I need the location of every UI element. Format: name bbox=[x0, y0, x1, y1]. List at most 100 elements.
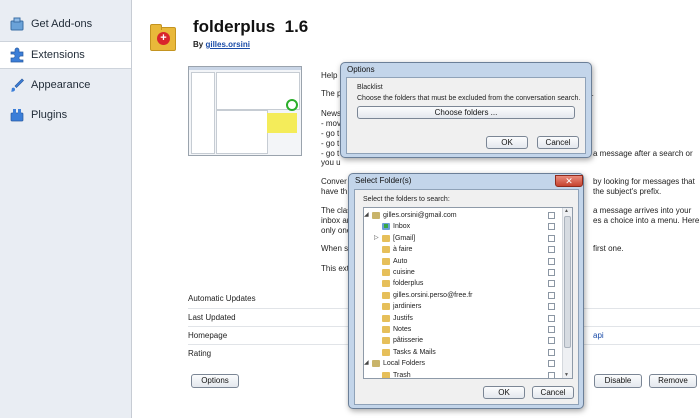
folder-icon bbox=[382, 303, 390, 311]
options-cancel-button[interactable]: Cancel bbox=[537, 136, 579, 149]
folder-name: pâtisserie bbox=[393, 337, 423, 345]
category-sidebar: Get Add-ons Extensions Appearance Plugin… bbox=[0, 0, 132, 418]
sidebar-item-plugins[interactable]: Plugins bbox=[0, 101, 131, 129]
description-line: Conver bbox=[321, 177, 347, 186]
folder-icon bbox=[382, 314, 390, 322]
scroll-up-arrow-icon[interactable]: ▲ bbox=[564, 208, 569, 214]
folder-tree-row[interactable]: à faire bbox=[364, 244, 562, 255]
folder-checkbox[interactable] bbox=[548, 337, 555, 345]
folder-checkbox[interactable] bbox=[548, 371, 555, 378]
folder-tree-row[interactable]: Tasks & Mails bbox=[364, 347, 562, 358]
folder-tree-row[interactable]: Trash bbox=[364, 370, 562, 378]
folder-icon bbox=[382, 291, 390, 299]
author-link[interactable]: gilles.orsini bbox=[205, 40, 249, 49]
sidebar-item-appearance[interactable]: Appearance bbox=[0, 71, 131, 99]
description-line: Help bbox=[321, 71, 338, 80]
description-line: a message arrives into your bbox=[593, 206, 692, 215]
folder-name: Notes bbox=[393, 326, 412, 333]
description-line: - go t bbox=[321, 139, 340, 148]
folder-checkbox[interactable] bbox=[548, 291, 555, 299]
sidebar-item-get-addons[interactable]: Get Add-ons bbox=[0, 10, 131, 38]
sidebar-item-extensions[interactable]: Extensions bbox=[0, 41, 131, 69]
folder-checkbox[interactable] bbox=[548, 348, 555, 356]
folder-checkbox[interactable] bbox=[548, 223, 555, 231]
options-ok-button[interactable]: OK bbox=[486, 136, 528, 149]
scroll-thumb[interactable] bbox=[564, 216, 571, 348]
get-addons-icon bbox=[9, 16, 25, 32]
folder-name: Auto bbox=[393, 257, 408, 265]
sidebar-item-label: Plugins bbox=[31, 109, 68, 121]
description-line: a message after a search or bbox=[593, 149, 693, 158]
description-line: - mov bbox=[321, 119, 341, 128]
folder-tree-row[interactable]: jardiniers bbox=[364, 301, 562, 312]
folder-name: Inbox bbox=[393, 223, 411, 231]
dialog-title: Options bbox=[347, 65, 375, 74]
screenshot-folder-pane bbox=[191, 72, 215, 154]
plus-icon: + bbox=[157, 32, 170, 45]
puzzle-piece-icon bbox=[9, 47, 25, 63]
options-dialog: Options Blacklist Choose the folders tha… bbox=[340, 62, 592, 158]
select-folders-ok-button[interactable]: OK bbox=[483, 386, 525, 399]
screenshot-message-pane bbox=[216, 110, 268, 154]
folder-checkbox[interactable] bbox=[548, 212, 555, 219]
folder-tree-row[interactable]: ◢ gilles.orsini@gmail.com bbox=[364, 210, 562, 221]
folder-name: cuisine bbox=[393, 269, 415, 276]
expander-icon[interactable]: ▷ bbox=[374, 233, 379, 244]
description-line: The p bbox=[321, 89, 342, 98]
folder-name: jardiniers bbox=[393, 303, 422, 311]
folder-checkbox[interactable] bbox=[548, 314, 555, 322]
sidebar-item-label: Get Add-ons bbox=[31, 18, 93, 30]
disable-button[interactable]: Disable bbox=[594, 374, 642, 388]
folder-name: gilles.orsini@gmail.com bbox=[383, 212, 457, 219]
select-folders-instruction: Select the folders to search: bbox=[363, 196, 450, 203]
options-button[interactable]: Options bbox=[191, 374, 239, 388]
folder-tree-row[interactable]: Inbox bbox=[364, 221, 562, 232]
folder-tree-row[interactable]: cuisine bbox=[364, 267, 562, 278]
choose-folders-button[interactable]: Choose folders ... bbox=[357, 106, 575, 119]
folder-tree-row[interactable]: folderplus bbox=[364, 278, 562, 289]
folder-tree-row[interactable]: ◢ Local Folders bbox=[364, 358, 562, 369]
scroll-down-arrow-icon[interactable]: ▼ bbox=[564, 372, 569, 378]
remove-button[interactable]: Remove bbox=[649, 374, 697, 388]
folder-tree-row[interactable]: Notes bbox=[364, 324, 562, 335]
account-icon bbox=[372, 360, 380, 368]
detail-label: Rating bbox=[188, 349, 212, 358]
extension-name: folderplus bbox=[193, 17, 276, 36]
folder-tree[interactable]: ◢ gilles.orsini@gmail.com Inbox ▷ [Gmail] à f… bbox=[363, 207, 573, 379]
description-line: - go t bbox=[321, 149, 340, 158]
folder-tree-row[interactable]: pâtisserie bbox=[364, 335, 562, 346]
detail-label: Automatic Updates bbox=[188, 294, 256, 303]
folder-checkbox[interactable] bbox=[548, 269, 555, 276]
folder-icon bbox=[382, 246, 390, 254]
expander-icon[interactable]: ◢ bbox=[364, 210, 369, 221]
blacklist-label: Blacklist bbox=[357, 84, 383, 91]
sidebar-item-label: Extensions bbox=[31, 49, 85, 61]
folder-checkbox[interactable] bbox=[548, 326, 555, 333]
folder-name: [Gmail] bbox=[393, 234, 416, 242]
folder-checkbox[interactable] bbox=[548, 280, 555, 288]
folder-tree-row[interactable]: gilles.orsini.perso@free.fr bbox=[364, 290, 562, 301]
description-line: first one. bbox=[593, 244, 624, 253]
folder-checkbox[interactable] bbox=[548, 303, 555, 311]
folder-checkbox[interactable] bbox=[548, 360, 555, 368]
close-icon[interactable]: ✕ bbox=[555, 175, 583, 187]
extension-screenshot[interactable] bbox=[188, 66, 302, 156]
folder-name: Local Folders bbox=[383, 360, 426, 368]
folder-checkbox[interactable] bbox=[548, 246, 555, 254]
detail-label: Last Updated bbox=[188, 313, 236, 322]
folder-tree-row[interactable]: Auto bbox=[364, 256, 562, 267]
folder-tree-row[interactable]: ▷ [Gmail] bbox=[364, 233, 562, 244]
folder-icon bbox=[382, 348, 390, 356]
folder-tree-row[interactable]: Justifs bbox=[364, 313, 562, 324]
description-line: es a choice into a menu. Here, bbox=[593, 216, 700, 225]
expander-icon[interactable]: ◢ bbox=[364, 358, 369, 369]
folder-checkbox[interactable] bbox=[548, 257, 555, 265]
description-line: have th bbox=[321, 187, 348, 196]
folder-tree-scrollbar[interactable]: ▲ ▼ bbox=[562, 208, 572, 378]
description-line: only one bbox=[321, 226, 352, 235]
screenshot-highlight-circle bbox=[286, 99, 298, 111]
folder-name: folderplus bbox=[393, 280, 424, 288]
folder-icon bbox=[382, 269, 390, 276]
select-folders-cancel-button[interactable]: Cancel bbox=[532, 386, 574, 399]
folder-checkbox[interactable] bbox=[548, 234, 555, 242]
